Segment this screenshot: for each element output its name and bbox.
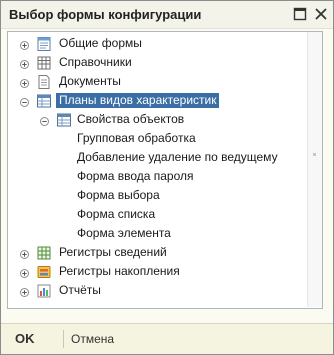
expand-plus-icon[interactable] [20, 58, 29, 69]
report-icon [36, 283, 52, 299]
collapse-minus-icon[interactable] [40, 115, 49, 126]
ok-button[interactable]: OK [15, 329, 35, 349]
tree-item-label: Планы видов характеристик [56, 93, 220, 108]
tree-item-accumulation-registers[interactable]: Регистры накопления [8, 262, 308, 281]
tree-item-label: Форма списка [77, 207, 156, 221]
vertical-scrollbar[interactable] [307, 32, 322, 307]
metadata-tree: Общие формы Справочники Документы Планы … [7, 31, 323, 309]
tree-item-label: Отчёты [59, 283, 101, 297]
tree-item-label: Документы [59, 74, 121, 88]
tree-item-label: Регистры сведений [59, 245, 167, 259]
tree-item-label: Форма ввода пароля [77, 169, 194, 183]
tree-item-form[interactable]: Форма выбора [8, 186, 308, 205]
tree-item-form[interactable]: Добавление удаление по ведущему [8, 148, 308, 167]
button-divider [63, 330, 64, 348]
tree-item-documents[interactable]: Документы [8, 72, 308, 91]
config-form-selection-dialog: Выбор формы конфигурации Общие формы Спр… [0, 0, 334, 355]
restore-icon[interactable] [293, 7, 307, 21]
tree-item-label: Добавление удаление по ведущему [77, 150, 278, 164]
tree-item-form[interactable]: Форма списка [8, 205, 308, 224]
accumulation-register-icon [36, 264, 52, 280]
chart-of-characteristics-icon [36, 93, 52, 109]
catalog-icon [36, 55, 52, 71]
expand-plus-icon[interactable] [20, 248, 29, 259]
expand-plus-icon[interactable] [20, 39, 29, 50]
expand-plus-icon[interactable] [20, 77, 29, 88]
tree-item-common-forms[interactable]: Общие формы [8, 34, 308, 53]
chart-of-characteristics-icon [56, 112, 72, 128]
tree-item-form[interactable]: Групповая обработка [8, 129, 308, 148]
tree-item-reports[interactable]: Отчёты [8, 281, 308, 300]
form-icon [36, 36, 52, 52]
information-register-icon [36, 245, 52, 261]
tree-item-label: Групповая обработка [77, 131, 196, 145]
collapse-minus-icon[interactable] [20, 96, 29, 107]
expand-plus-icon[interactable] [20, 286, 29, 297]
dialog-footer: OK Отмена [1, 323, 333, 354]
tree-item-catalogs[interactable]: Справочники [8, 53, 308, 72]
scroll-grip-icon [313, 153, 316, 156]
tree-item-form[interactable]: Форма элемента [8, 224, 308, 243]
tree-item-label: Форма выбора [77, 188, 160, 202]
tree-item-label: Регистры накопления [59, 264, 180, 278]
tree-item-label: Справочники [59, 55, 132, 69]
tree-item-label: Форма элемента [77, 226, 171, 240]
tree-item-characteristic-plans[interactable]: Планы видов характеристик [8, 91, 308, 110]
tree-item-object-properties[interactable]: Свойства объектов [8, 110, 308, 129]
cancel-button[interactable]: Отмена [71, 330, 114, 348]
window-title: Выбор формы конфигурации [9, 7, 202, 22]
tree-item-label: Общие формы [59, 36, 142, 50]
close-icon[interactable] [314, 7, 328, 21]
tree-item-information-registers[interactable]: Регистры сведений [8, 243, 308, 262]
title-bar: Выбор формы конфигурации [1, 1, 333, 29]
tree-item-label: Свойства объектов [77, 112, 185, 126]
tree-item-form[interactable]: Форма ввода пароля [8, 167, 308, 186]
document-icon [36, 74, 52, 90]
expand-plus-icon[interactable] [20, 267, 29, 278]
